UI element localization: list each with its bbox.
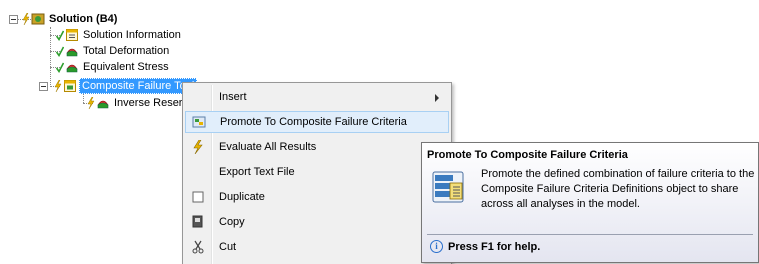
promote-icon [186,111,212,133]
tree-node-solution-information[interactable]: Solution Information [56,27,183,43]
solution-icon [31,12,45,26]
tree-node-composite-failure-tool[interactable]: Composite Failure Tool [54,78,197,94]
tooltip-help-text: Press F1 for help. [448,240,541,253]
lightning-icon [185,136,211,158]
menu-item-promote-to-composite-failure-criteria[interactable]: Promote To Composite Failure Criteria [185,111,449,133]
checkmark-icon [56,45,64,57]
result-icon [65,44,79,58]
lightning-status-icon [22,13,30,25]
tree-connector [83,93,84,103]
menu-item-cut[interactable]: Cut [185,236,449,258]
tooltip-help: i Press F1 for help. [430,240,540,253]
menu-item-insert[interactable]: Insert [185,86,449,108]
tree-connector [50,27,51,87]
tree-node-equivalent-stress[interactable]: Equivalent Stress [56,59,171,75]
lightning-status-icon [54,80,62,92]
collapse-toggle[interactable] [9,15,18,24]
tree-node-total-deformation[interactable]: Total Deformation [56,43,171,59]
result-icon [96,96,110,110]
result-icon [65,60,79,74]
solution-information-icon [65,28,79,42]
composite-failure-tool-icon [63,79,77,93]
tooltip-separator [427,234,753,235]
menu-item-export-text-file[interactable]: Export Text File [185,161,449,183]
collapse-toggle[interactable] [39,82,48,91]
info-icon: i [430,240,443,253]
menu-item-evaluate-all-results[interactable]: Evaluate All Results [185,136,449,158]
menu-item-duplicate[interactable]: Duplicate [185,186,449,208]
tree-node-solution[interactable]: Solution (B4) [22,11,119,27]
submenu-arrow-icon [435,94,439,102]
context-menu: Insert Promote To Composite Failure Crit… [182,82,452,264]
duplicate-icon [185,186,211,208]
tooltip-description: Promote the defined combination of failu… [481,168,755,210]
tooltip: Promote To Composite Failure Criteria Pr… [421,142,759,263]
copy-icon [185,211,211,233]
cut-icon [185,236,211,258]
lightning-status-icon [87,97,95,109]
menu-item-copy[interactable]: Copy [185,211,449,233]
checkmark-icon [56,61,64,73]
tooltip-title: Promote To Composite Failure Criteria [427,149,628,161]
promote-large-icon [430,169,466,205]
checkmark-icon [56,29,64,41]
